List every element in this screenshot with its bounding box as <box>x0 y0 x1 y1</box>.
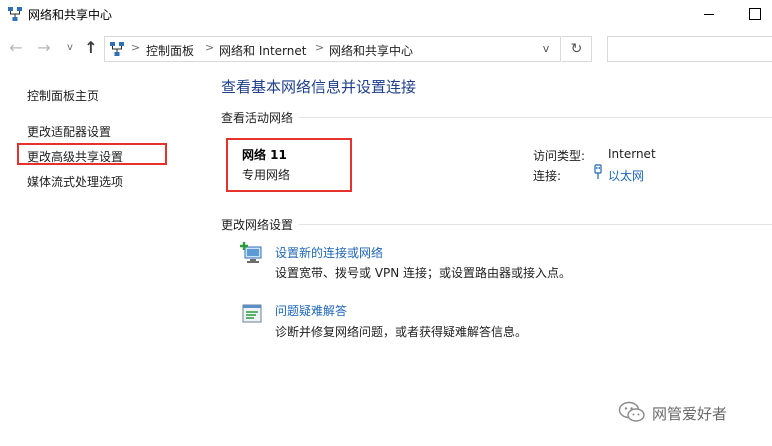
watermark-text: 网管爱好者 <box>652 405 728 423</box>
change-adapter-settings-link[interactable]: 更改适配器设置 <box>27 123 111 140</box>
access-type-value: Internet <box>608 147 656 161</box>
troubleshoot-problems-description: 诊断并修复网络问题，或者获得疑难解答信息。 <box>275 325 528 339</box>
connections-label: 连接: <box>533 169 562 183</box>
chevron-down-icon[interactable]: v <box>537 40 555 58</box>
breadcrumb-separator: > <box>131 41 141 54</box>
breadcrumb-network-sharing-center[interactable]: 网络和共享中心 <box>329 42 413 59</box>
active-networks-heading: 查看活动网络 <box>221 111 294 125</box>
network-center-icon <box>110 42 124 56</box>
divider <box>299 117 772 118</box>
back-button[interactable]: ← <box>6 37 26 59</box>
refresh-button[interactable]: ↻ <box>562 36 592 62</box>
forward-button[interactable]: → <box>34 37 54 59</box>
new-connection-icon <box>240 242 262 263</box>
access-type-label: 访问类型: <box>533 149 586 163</box>
setup-new-connection-link[interactable]: 设置新的连接或网络 <box>275 244 383 261</box>
highlight-box <box>226 138 352 192</box>
title-bar: 网络和共享中心 <box>0 0 772 28</box>
recent-locations-button[interactable]: v <box>60 37 80 59</box>
control-panel-home-link[interactable]: 控制面板主页 <box>27 87 99 104</box>
wechat-icon <box>618 401 645 422</box>
ethernet-connection-link[interactable]: 以太网 <box>608 167 644 184</box>
network-center-icon <box>8 7 22 21</box>
breadcrumb-control-panel[interactable]: 控制面板 <box>146 42 194 59</box>
search-input[interactable] <box>607 36 772 62</box>
breadcrumb-network-internet[interactable]: 网络和 Internet <box>219 42 306 59</box>
divider <box>299 224 772 225</box>
change-network-settings-heading: 更改网络设置 <box>221 218 294 232</box>
troubleshoot-problems-link[interactable]: 问题疑难解答 <box>275 302 347 319</box>
address-bar[interactable]: > 控制面板 > 网络和 Internet > 网络和共享中心 v <box>104 36 561 62</box>
up-button[interactable]: ↑ <box>81 37 101 59</box>
breadcrumb-separator: > <box>205 41 215 54</box>
page-title: 查看基本网络信息并设置连接 <box>221 78 417 96</box>
highlight-box <box>17 143 167 165</box>
maximize-button[interactable] <box>732 0 772 28</box>
minimize-button[interactable] <box>686 0 732 28</box>
troubleshoot-icon <box>242 304 262 323</box>
setup-new-connection-description: 设置宽带、拨号或 VPN 连接；或设置路由器或接入点。 <box>275 266 572 280</box>
breadcrumb-separator: > <box>315 41 325 54</box>
navigation-bar: ← → v ↑ > 控制面板 > 网络和 Internet > 网络和共享中心 … <box>0 28 772 70</box>
ethernet-icon <box>594 164 602 179</box>
media-streaming-options-link[interactable]: 媒体流式处理选项 <box>27 173 123 190</box>
window-title: 网络和共享中心 <box>28 8 113 22</box>
